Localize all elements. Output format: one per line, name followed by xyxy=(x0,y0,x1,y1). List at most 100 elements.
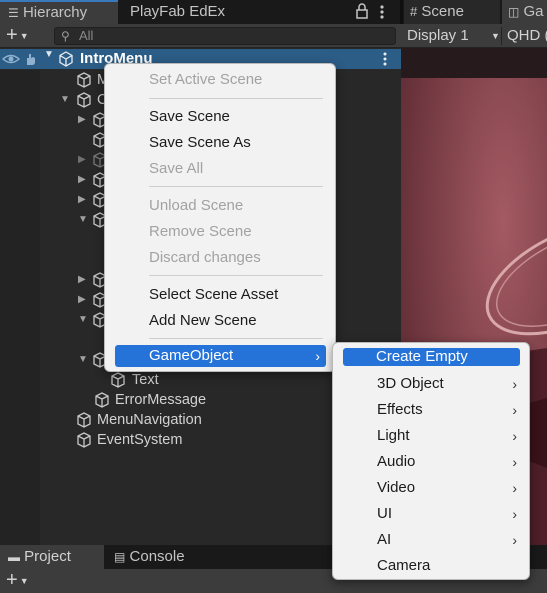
chevron-right-icon: › xyxy=(315,348,320,364)
tab-playfab-edex[interactable]: PlayFab EdEx xyxy=(120,0,280,24)
menu-item-remove-scene[interactable]: Remove Scene xyxy=(105,219,335,245)
menu-item-save-scene[interactable]: Save Scene xyxy=(105,104,335,130)
menu-item-discard-changes[interactable]: Discard changes xyxy=(105,245,335,271)
chevron-right-icon: › xyxy=(512,402,517,418)
fold-arrow-icon[interactable]: ▼ xyxy=(60,90,70,110)
search-placeholder: All xyxy=(79,28,94,43)
hash-icon: # xyxy=(410,4,418,19)
menu-item-camera[interactable]: Camera xyxy=(333,553,529,579)
chevron-right-icon: › xyxy=(512,480,517,496)
chevron-right-icon: › xyxy=(512,532,517,548)
fold-right-icon[interactable]: ▶ xyxy=(78,290,86,310)
menu-item-label: 3D Object xyxy=(377,375,444,392)
display-label: Display 1 xyxy=(407,27,469,44)
tab-console[interactable]: ▤ Console xyxy=(106,545,226,569)
kebab-menu-icon[interactable] xyxy=(378,4,386,20)
menu-item-save-all[interactable]: Save All xyxy=(105,156,335,182)
plus-icon: + xyxy=(6,24,18,46)
fold-right-icon[interactable]: ▶ xyxy=(78,190,86,210)
tab-hierarchy[interactable]: ☰ Hierarchy xyxy=(0,0,118,24)
gamepad-icon: ◫ xyxy=(508,5,520,19)
menu-item-ui[interactable]: UI › xyxy=(333,501,529,527)
tab-game[interactable]: ◫ Ga xyxy=(502,0,547,24)
tab-game-label: Ga xyxy=(523,3,544,20)
hierarchy-gutter xyxy=(0,70,40,545)
chevron-right-icon: › xyxy=(512,454,517,470)
add-button[interactable]: + ▼ xyxy=(6,24,29,48)
menu-item-audio[interactable]: Audio › xyxy=(333,449,529,475)
fold-arrow-icon[interactable]: ▼ xyxy=(44,49,54,60)
folder-icon: ▬ xyxy=(8,550,20,564)
unity-scene-icon xyxy=(58,51,74,70)
gameobject-cube-icon xyxy=(110,372,126,388)
menu-item-label: Effects xyxy=(377,401,423,418)
gameobject-cube-icon xyxy=(76,432,92,448)
fold-arrow-icon[interactable]: ▼ xyxy=(78,350,88,370)
menu-item-set-active-scene[interactable]: Set Active Scene xyxy=(105,67,335,93)
pickable-hand-icon[interactable] xyxy=(24,52,38,69)
search-input[interactable]: ⚲ All xyxy=(54,27,396,45)
row-label: EventSystem xyxy=(97,432,183,448)
game-toolbar: Display 1 ▼ QHD ( xyxy=(401,24,547,48)
menu-separator xyxy=(149,275,323,276)
dropdown-arrow-icon: ▼ xyxy=(19,30,29,41)
top-tab-bar: ☰ Hierarchy PlayFab EdEx # Scene ◫ Ga xyxy=(0,0,547,24)
row-label: ErrorMessage xyxy=(115,392,207,408)
search-icon: ⚲ xyxy=(61,29,70,43)
menu-separator xyxy=(149,186,323,187)
scene-options-icon[interactable] xyxy=(382,52,388,69)
dropdown-arrow-icon: ▼ xyxy=(19,575,29,586)
gameobject-cube-icon xyxy=(76,412,92,428)
menu-item-select-scene-asset[interactable]: Select Scene Asset xyxy=(105,282,335,308)
scene-context-menu: Set Active Scene Save Scene Save Scene A… xyxy=(104,63,336,372)
menu-separator xyxy=(149,98,323,99)
fold-right-icon[interactable]: ▶ xyxy=(78,270,86,290)
resolution-dropdown[interactable]: QHD ( xyxy=(507,24,547,48)
menu-item-label: AI xyxy=(377,531,392,548)
list-icon: ☰ xyxy=(8,6,19,20)
menu-item-unload-scene[interactable]: Unload Scene xyxy=(105,193,335,219)
menu-item-save-scene-as[interactable]: Save Scene As xyxy=(105,130,335,156)
panel-divider xyxy=(400,0,403,24)
display-dropdown[interactable]: Display 1 ▼ xyxy=(407,24,503,48)
menu-item-light[interactable]: Light › xyxy=(333,423,529,449)
dropdown-arrow-icon: ▼ xyxy=(491,31,500,41)
menu-item-label: Light xyxy=(377,427,410,444)
menu-item-create-empty[interactable]: Create Empty xyxy=(343,348,520,366)
fold-arrow-icon[interactable]: ▼ xyxy=(78,210,88,230)
tab-scene-label: Scene xyxy=(421,3,464,20)
chevron-right-icon: › xyxy=(512,506,517,522)
menu-separator xyxy=(149,338,323,339)
menu-item-3d-object[interactable]: 3D Object › xyxy=(333,371,529,397)
hierarchy-toolbar: + ▼ ⚲ All xyxy=(0,24,401,48)
menu-item-video[interactable]: Video › xyxy=(333,475,529,501)
lock-icon[interactable] xyxy=(356,3,368,19)
menu-item-label: Video xyxy=(377,479,416,496)
visibility-eye-icon[interactable] xyxy=(1,52,21,69)
fold-right-icon[interactable]: ▶ xyxy=(78,110,86,130)
menu-item-add-new-scene[interactable]: Add New Scene xyxy=(105,308,335,334)
fold-right-icon[interactable]: ▶ xyxy=(78,170,86,190)
fold-arrow-icon[interactable]: ▼ xyxy=(78,310,88,330)
menu-item-label: UI xyxy=(377,505,392,522)
gameobject-submenu: Create Empty 3D Object › Effects › Light… xyxy=(332,342,530,580)
row-label: MenuNavigation xyxy=(97,412,202,428)
chevron-right-icon: › xyxy=(512,428,517,444)
project-add-button[interactable]: + ▼ xyxy=(6,569,29,592)
gameobject-cube-icon xyxy=(94,392,110,408)
fold-right-icon[interactable]: ▶ xyxy=(78,150,86,170)
chevron-right-icon: › xyxy=(512,376,517,392)
menu-item-effects[interactable]: Effects › xyxy=(333,397,529,423)
menu-item-ai[interactable]: AI › xyxy=(333,527,529,553)
tab-project[interactable]: ▬ Project xyxy=(0,545,104,569)
tab-hierarchy-label: Hierarchy xyxy=(22,4,88,21)
tab-project-label: Project xyxy=(24,548,71,565)
plus-icon: + xyxy=(6,569,18,591)
tab-console-label: Console xyxy=(129,548,185,565)
gameobject-cube-icon xyxy=(76,72,92,88)
tab-scene[interactable]: # Scene xyxy=(404,0,500,24)
row-label: Text xyxy=(132,372,159,388)
tab-playfab-label: PlayFab EdEx xyxy=(130,3,226,20)
menu-item-gameobject[interactable]: GameObject › xyxy=(115,345,326,367)
gameobject-cube-icon xyxy=(76,92,92,108)
